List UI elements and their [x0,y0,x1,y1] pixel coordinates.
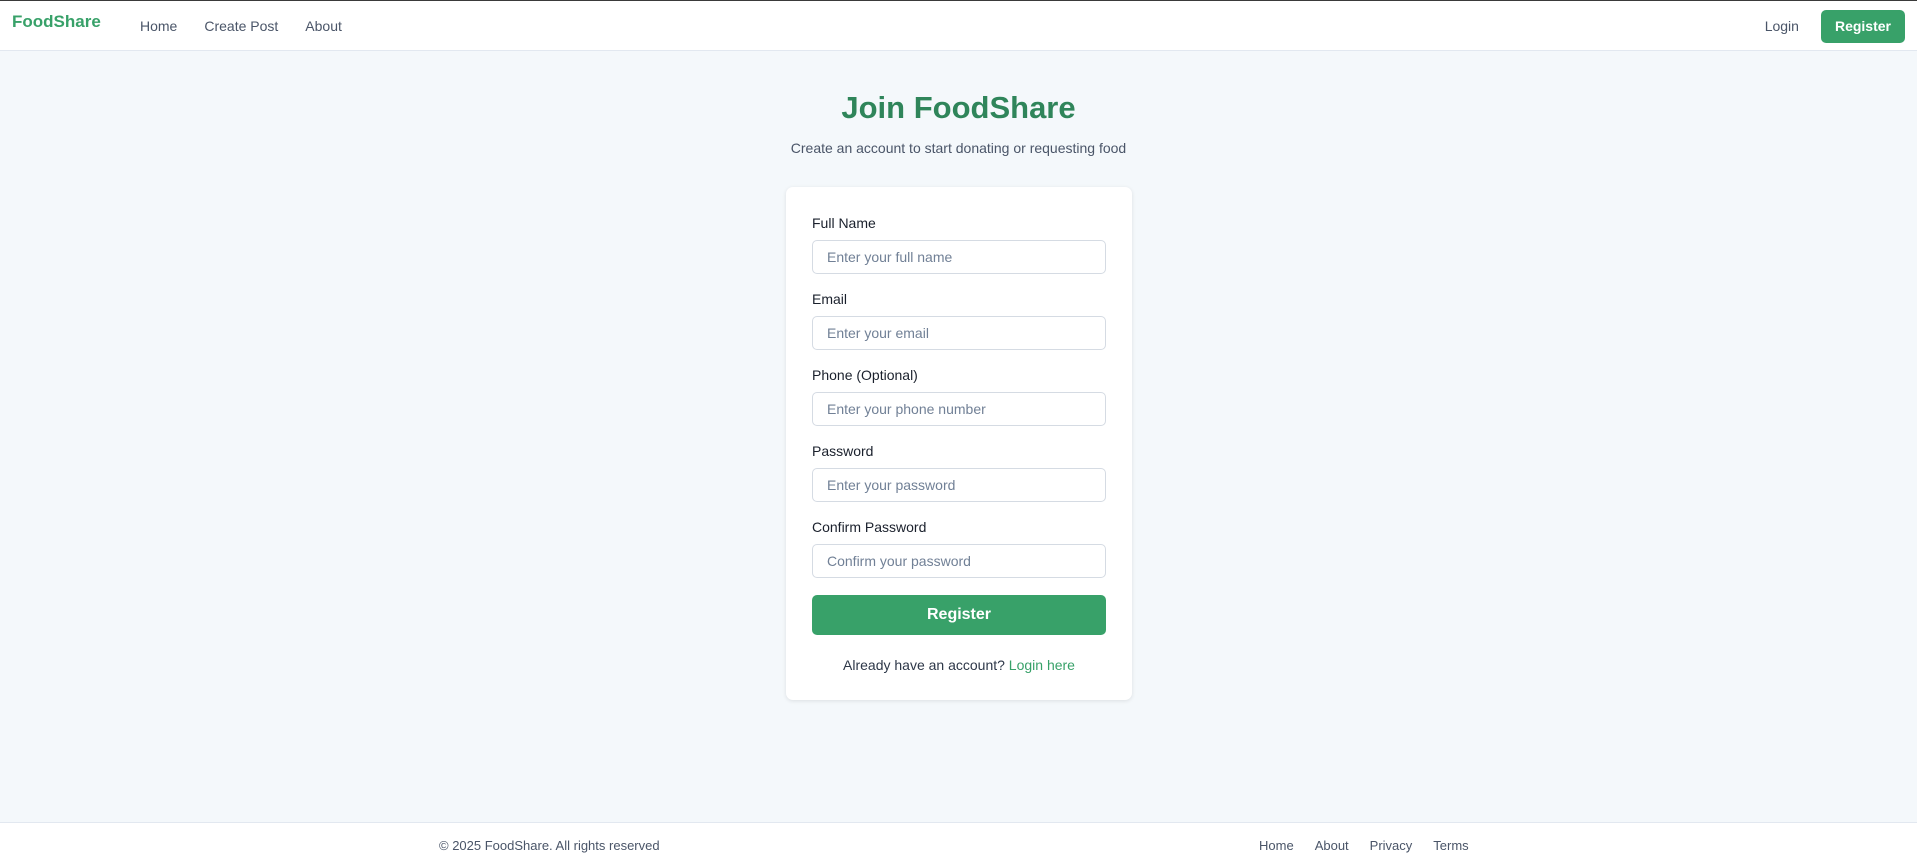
page-footer: © 2025 FoodShare. All rights reserved Ho… [0,822,1917,867]
footer-link-home[interactable]: Home [1259,838,1294,853]
password-group: Password [812,443,1106,502]
phone-group: Phone (Optional) [812,367,1106,426]
phone-input[interactable] [812,392,1106,426]
login-prompt-text: Already have an account? [843,657,1005,673]
full-name-label: Full Name [812,215,876,231]
brand-logo[interactable]: FoodShare [12,12,101,32]
login-prompt: Already have an account? Login here [812,657,1106,673]
confirm-password-group: Confirm Password [812,519,1106,578]
footer-copyright: © 2025 FoodShare. All rights reserved [439,838,660,853]
phone-label: Phone (Optional) [812,367,918,383]
register-form: Full Name Email Phone (Optional) Passwor… [786,187,1132,700]
footer-link-about[interactable]: About [1315,838,1349,853]
nav-auth-actions: Login Register [1765,1,1905,51]
email-label: Email [812,291,848,307]
page-title: Join FoodShare [841,90,1076,125]
confirm-password-input[interactable] [812,544,1106,578]
full-name-input[interactable] [812,240,1106,274]
page-header: Join FoodShare Create an account to star… [0,88,1917,156]
password-label: Password [812,443,874,459]
register-submit-button[interactable]: Register [812,595,1106,635]
nav-links: Home Create Post About [140,1,342,51]
password-input[interactable] [812,468,1106,502]
email-group: Email [812,291,1106,350]
nav-login-link[interactable]: Login [1765,18,1799,34]
nav-link-about[interactable]: About [305,18,342,34]
email-input[interactable] [812,316,1106,350]
full-name-group: Full Name [812,215,1106,274]
confirm-password-label: Confirm Password [812,519,927,535]
footer-link-privacy[interactable]: Privacy [1370,838,1413,853]
nav-register-button[interactable]: Register [1820,9,1905,43]
nav-link-create-post[interactable]: Create Post [204,18,278,34]
footer-links: Home About Privacy Terms [1259,838,1469,853]
top-navbar: FoodShare Home Create Post About Login R… [0,0,1917,51]
footer-link-terms[interactable]: Terms [1433,838,1468,853]
nav-link-home[interactable]: Home [140,18,177,34]
register-page: FoodShare Home Create Post About Login R… [0,0,1917,867]
login-here-link[interactable]: Login here [1009,657,1075,673]
page-subtitle: Create an account to start donating or r… [790,140,1127,156]
